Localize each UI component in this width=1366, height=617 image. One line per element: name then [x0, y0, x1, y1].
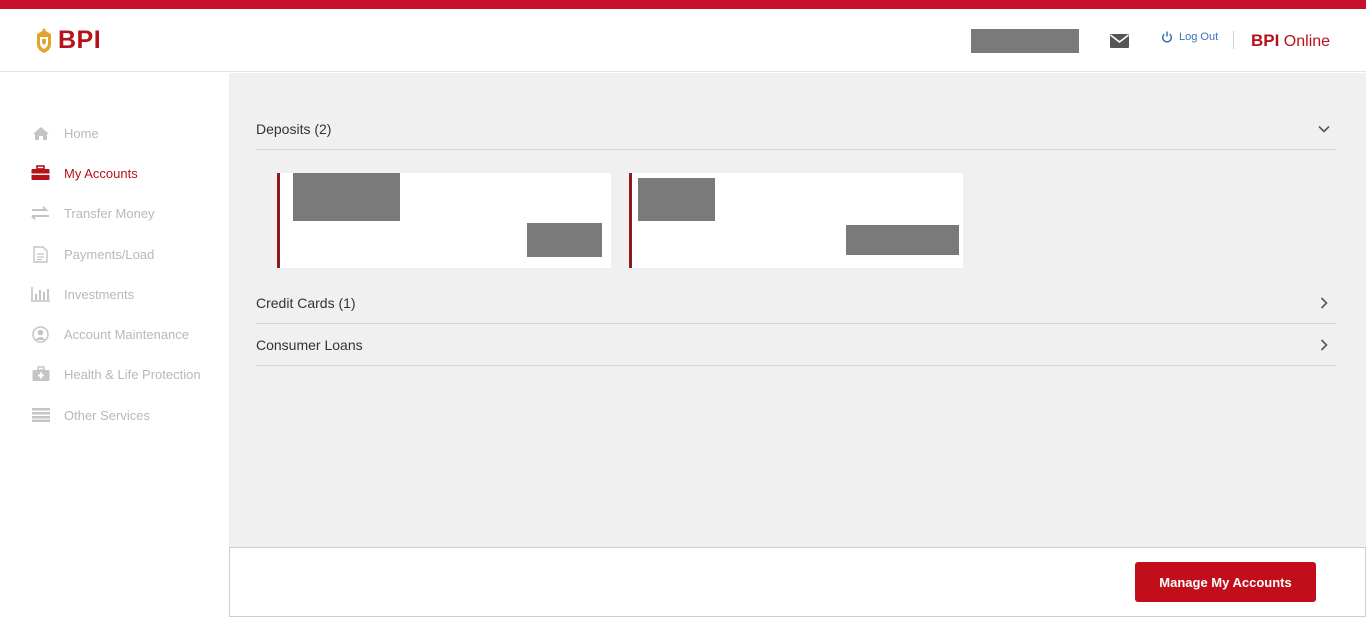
deposits-section-header[interactable]: Deposits (2) — [256, 109, 1336, 150]
redacted-account-name — [638, 178, 715, 221]
section-title: Consumer Loans — [256, 336, 363, 353]
sidebar-item-health-life-protection[interactable]: Health & Life Protection — [31, 363, 201, 385]
user-circle-icon — [31, 325, 50, 343]
deposit-account-card[interactable] — [629, 173, 963, 268]
sidebar-item-investments[interactable]: Investments — [31, 283, 134, 305]
logout-label: Log Out — [1179, 31, 1219, 43]
top-accent-bar — [0, 0, 1366, 9]
sidebar-item-account-maintenance[interactable]: Account Maintenance — [31, 323, 189, 345]
sidebar-item-label: Payments/Load — [64, 246, 155, 262]
section-title: Deposits (2) — [256, 121, 332, 137]
footer-bar: Manage My Accounts — [229, 547, 1366, 617]
sidebar-item-label: Health & Life Protection — [64, 366, 201, 382]
list-icon — [31, 407, 50, 423]
mail-icon[interactable] — [1110, 34, 1129, 48]
main-content: Deposits (2) Credit Cards (1) Consumer L… — [229, 73, 1366, 547]
sidebar-item-label: Home — [64, 125, 99, 141]
chevron-right-icon — [1320, 296, 1328, 309]
chevron-right-icon — [1320, 338, 1328, 351]
section-title: Credit Cards (1) — [256, 294, 356, 311]
sidebar-item-other-services[interactable]: Other Services — [31, 404, 150, 426]
home-icon — [31, 125, 50, 141]
power-icon — [1161, 31, 1173, 43]
bpi-online-brand: BPI Online — [1251, 31, 1330, 51]
sidebar-item-payments-load[interactable]: Payments/Load — [31, 243, 154, 265]
redacted-account-name — [293, 173, 400, 221]
document-icon — [31, 245, 50, 263]
sidebar-item-label: Transfer Money — [64, 205, 155, 221]
logout-link[interactable]: Log Out — [1161, 31, 1218, 43]
manage-my-accounts-button[interactable]: Manage My Accounts — [1135, 562, 1316, 602]
sidebar-item-label: Account Maintenance — [64, 326, 190, 342]
chevron-down-icon — [1318, 125, 1330, 133]
redacted-balance — [846, 225, 959, 255]
sidebar-item-label: Investments — [64, 286, 135, 302]
sidebar-item-my-accounts[interactable]: My Accounts — [31, 162, 138, 184]
sidebar-item-home[interactable]: Home — [31, 122, 99, 144]
sidebar: Home My Accounts Transfer Money Payments… — [0, 73, 229, 617]
sidebar-item-label: My Accounts — [64, 165, 138, 181]
transfer-arrows-icon — [31, 205, 50, 221]
logo-text: BPI — [58, 26, 102, 54]
brand-online: Online — [1283, 33, 1331, 50]
consumer-loans-section-header[interactable]: Consumer Loans — [256, 324, 1336, 366]
credit-cards-section-header[interactable]: Credit Cards (1) — [256, 282, 1336, 324]
medical-kit-icon — [31, 366, 50, 382]
redacted-balance — [527, 223, 602, 257]
brand-bold: BPI — [1251, 31, 1280, 50]
briefcase-icon — [31, 165, 50, 181]
crest-icon — [37, 28, 51, 53]
redacted-username — [971, 29, 1079, 53]
sidebar-item-label: Other Services — [64, 407, 150, 423]
bpi-logo[interactable]: BPI — [34, 26, 101, 55]
header: BPI Log Out BPI Online — [0, 9, 1366, 72]
header-divider — [1233, 31, 1234, 49]
deposit-account-card[interactable] — [277, 173, 611, 268]
bar-chart-icon — [31, 286, 50, 302]
sidebar-item-transfer-money[interactable]: Transfer Money — [31, 202, 155, 224]
